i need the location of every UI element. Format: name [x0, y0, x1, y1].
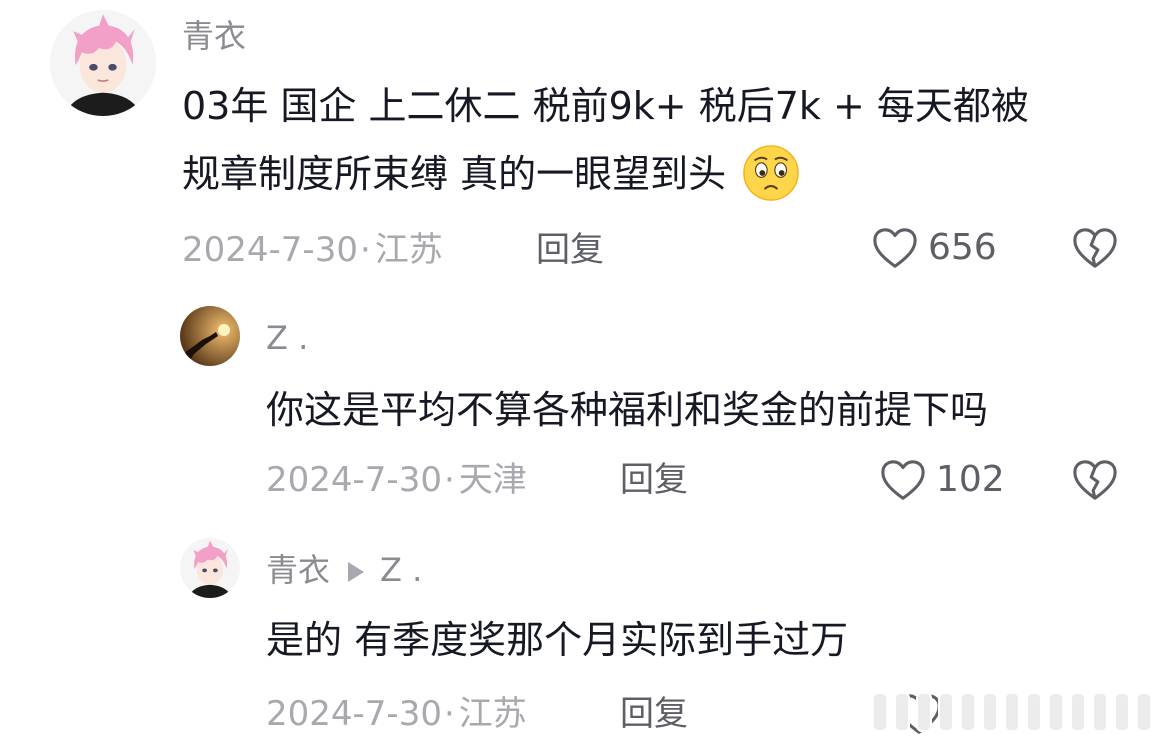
watermark: [872, 692, 1152, 732]
comment-text: 你这是平均不算各种福利和奖金的前提下吗: [266, 388, 989, 432]
comment-text-line-with-emoji: 规章制度所束缚 真的一眼望到头: [182, 140, 1029, 208]
comment-date: 2024-7-30: [266, 460, 442, 500]
comment-text: 是的 有季度奖那个月实际到手过万: [266, 618, 849, 662]
comment-meta: 2024-7-30· 天津: [266, 458, 527, 502]
pensive-face-emoji: [742, 144, 800, 202]
comment-username[interactable]: Z .: [266, 318, 308, 358]
reply-header: 青衣 Z .: [266, 550, 422, 590]
like-count: 656: [928, 227, 997, 268]
avatar-image: [50, 10, 156, 116]
avatar[interactable]: [180, 306, 240, 366]
comment-text: 03年 国企 上二休二 税前9k+ 税后7k + 每天都被 规章制度所束缚 真的…: [182, 72, 1029, 208]
like-count: 102: [936, 459, 1005, 500]
comment-item: 青衣 03年 国企 上二休二 税前9k+ 税后7k + 每天都被 规章制度所束缚…: [0, 0, 1170, 290]
comment-meta: 2024-7-30· 江苏: [266, 692, 527, 736]
meta-separator: ·: [443, 460, 455, 500]
comment-location: 江苏: [458, 694, 527, 734]
reply-button[interactable]: 回复: [536, 228, 604, 272]
reply-to-username[interactable]: Z .: [380, 551, 422, 589]
avatar-image: [180, 306, 240, 366]
avatar[interactable]: [50, 10, 156, 116]
triangle-right-icon: [348, 562, 365, 582]
reply-item: Z . 你这是平均不算各种福利和奖金的前提下吗 2024-7-30· 天津 回复 …: [0, 290, 1170, 520]
meta-separator: ·: [359, 230, 371, 270]
comment-location: 天津: [458, 460, 527, 500]
comment-username[interactable]: 青衣: [266, 551, 330, 589]
broken-heart-icon: [1072, 226, 1118, 270]
like-button[interactable]: 102: [880, 458, 1005, 502]
comment-meta: 2024-7-30· 江苏: [182, 228, 443, 272]
heart-outline-icon: [880, 458, 926, 502]
comment-text-line: 03年 国企 上二休二 税前9k+ 税后7k + 每天都被: [182, 84, 1029, 128]
comment-date: 2024-7-30: [182, 230, 358, 270]
comment-text-line: 规章制度所束缚 真的一眼望到头: [182, 152, 727, 196]
reply-button[interactable]: 回复: [620, 692, 688, 736]
like-button[interactable]: 656: [872, 226, 997, 270]
reply-button[interactable]: 回复: [620, 458, 688, 502]
broken-heart-icon: [1072, 458, 1118, 502]
meta-separator: ·: [443, 694, 455, 734]
dislike-button[interactable]: [1072, 226, 1118, 270]
comment-location: 江苏: [374, 230, 443, 270]
dislike-button[interactable]: [1072, 458, 1118, 502]
avatar-image: [180, 538, 240, 598]
comment-username[interactable]: 青衣: [182, 16, 246, 56]
avatar[interactable]: [180, 538, 240, 598]
comment-date: 2024-7-30: [266, 694, 442, 734]
heart-outline-icon: [872, 226, 918, 270]
